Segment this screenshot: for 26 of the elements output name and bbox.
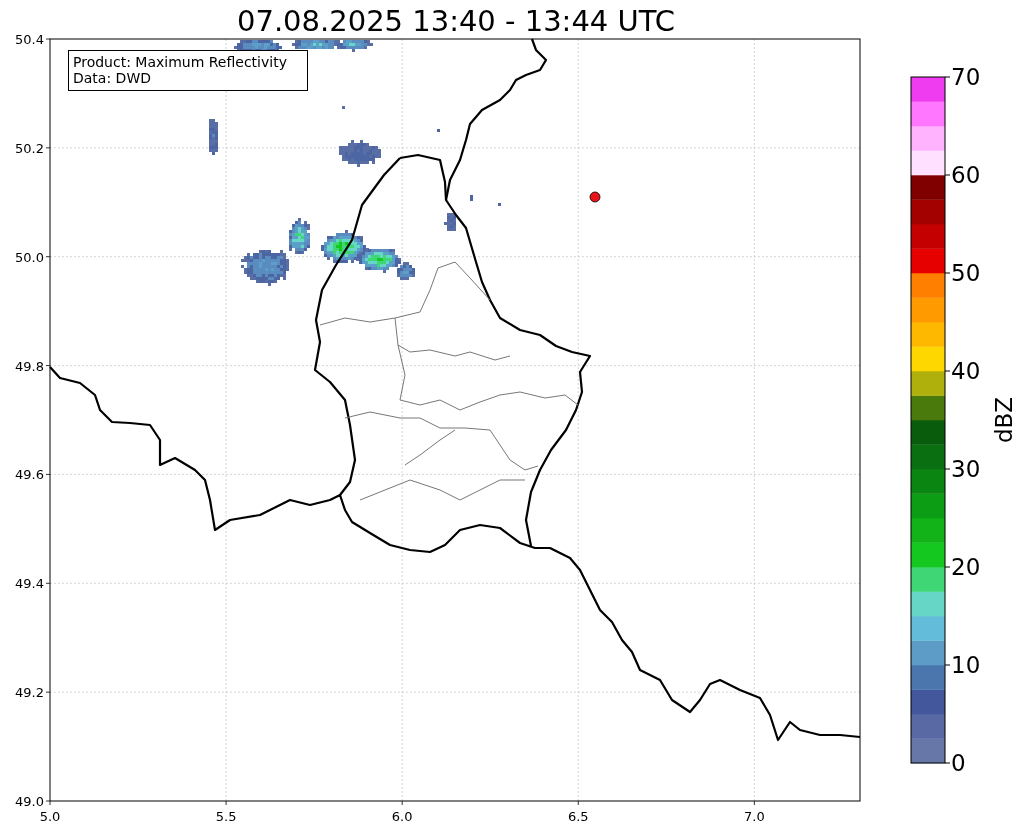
axis-tick-label: 49.2 — [15, 685, 44, 701]
colorbar-label: dBZ — [991, 396, 1017, 444]
location-dot — [589, 191, 601, 203]
colorbar-tick-label: 70 — [951, 64, 981, 90]
axis-tick-label: 7.0 — [744, 809, 765, 824]
colorbar-tick-label: 30 — [951, 456, 981, 482]
axis-tick-label: 50.0 — [15, 249, 44, 265]
axis-tick-label: 50.2 — [15, 140, 44, 156]
colorbar-tick-label: 60 — [951, 162, 981, 188]
colorbar-tick-label: 20 — [951, 554, 981, 580]
colorbar-tick-label: 0 — [951, 750, 966, 776]
legend-text: Product: Maximum Reflectivity — [73, 54, 287, 70]
axis-tick-label: 5.0 — [39, 809, 61, 824]
colorbar-tick-label: 40 — [951, 358, 981, 384]
colorbar-tick-label: 10 — [951, 652, 981, 678]
axis-tick-label: 6.5 — [567, 809, 589, 824]
axis-tick-label: 5.5 — [215, 809, 237, 824]
colorbar-tick-label: 50 — [951, 260, 981, 286]
legend-text: Data: DWD — [73, 70, 151, 86]
chart-title: 07.08.2025 13:40 - 13:44 UTC — [237, 4, 675, 38]
axis-tick-label: 6.0 — [391, 809, 413, 824]
axis-tick-label: 49.0 — [15, 794, 44, 809]
axis-tick-label: 49.8 — [15, 358, 44, 374]
axis-tick-label: 49.6 — [15, 467, 44, 483]
axis-tick-label: 50.4 — [15, 32, 44, 47]
axis-tick-label: 49.4 — [15, 576, 44, 592]
